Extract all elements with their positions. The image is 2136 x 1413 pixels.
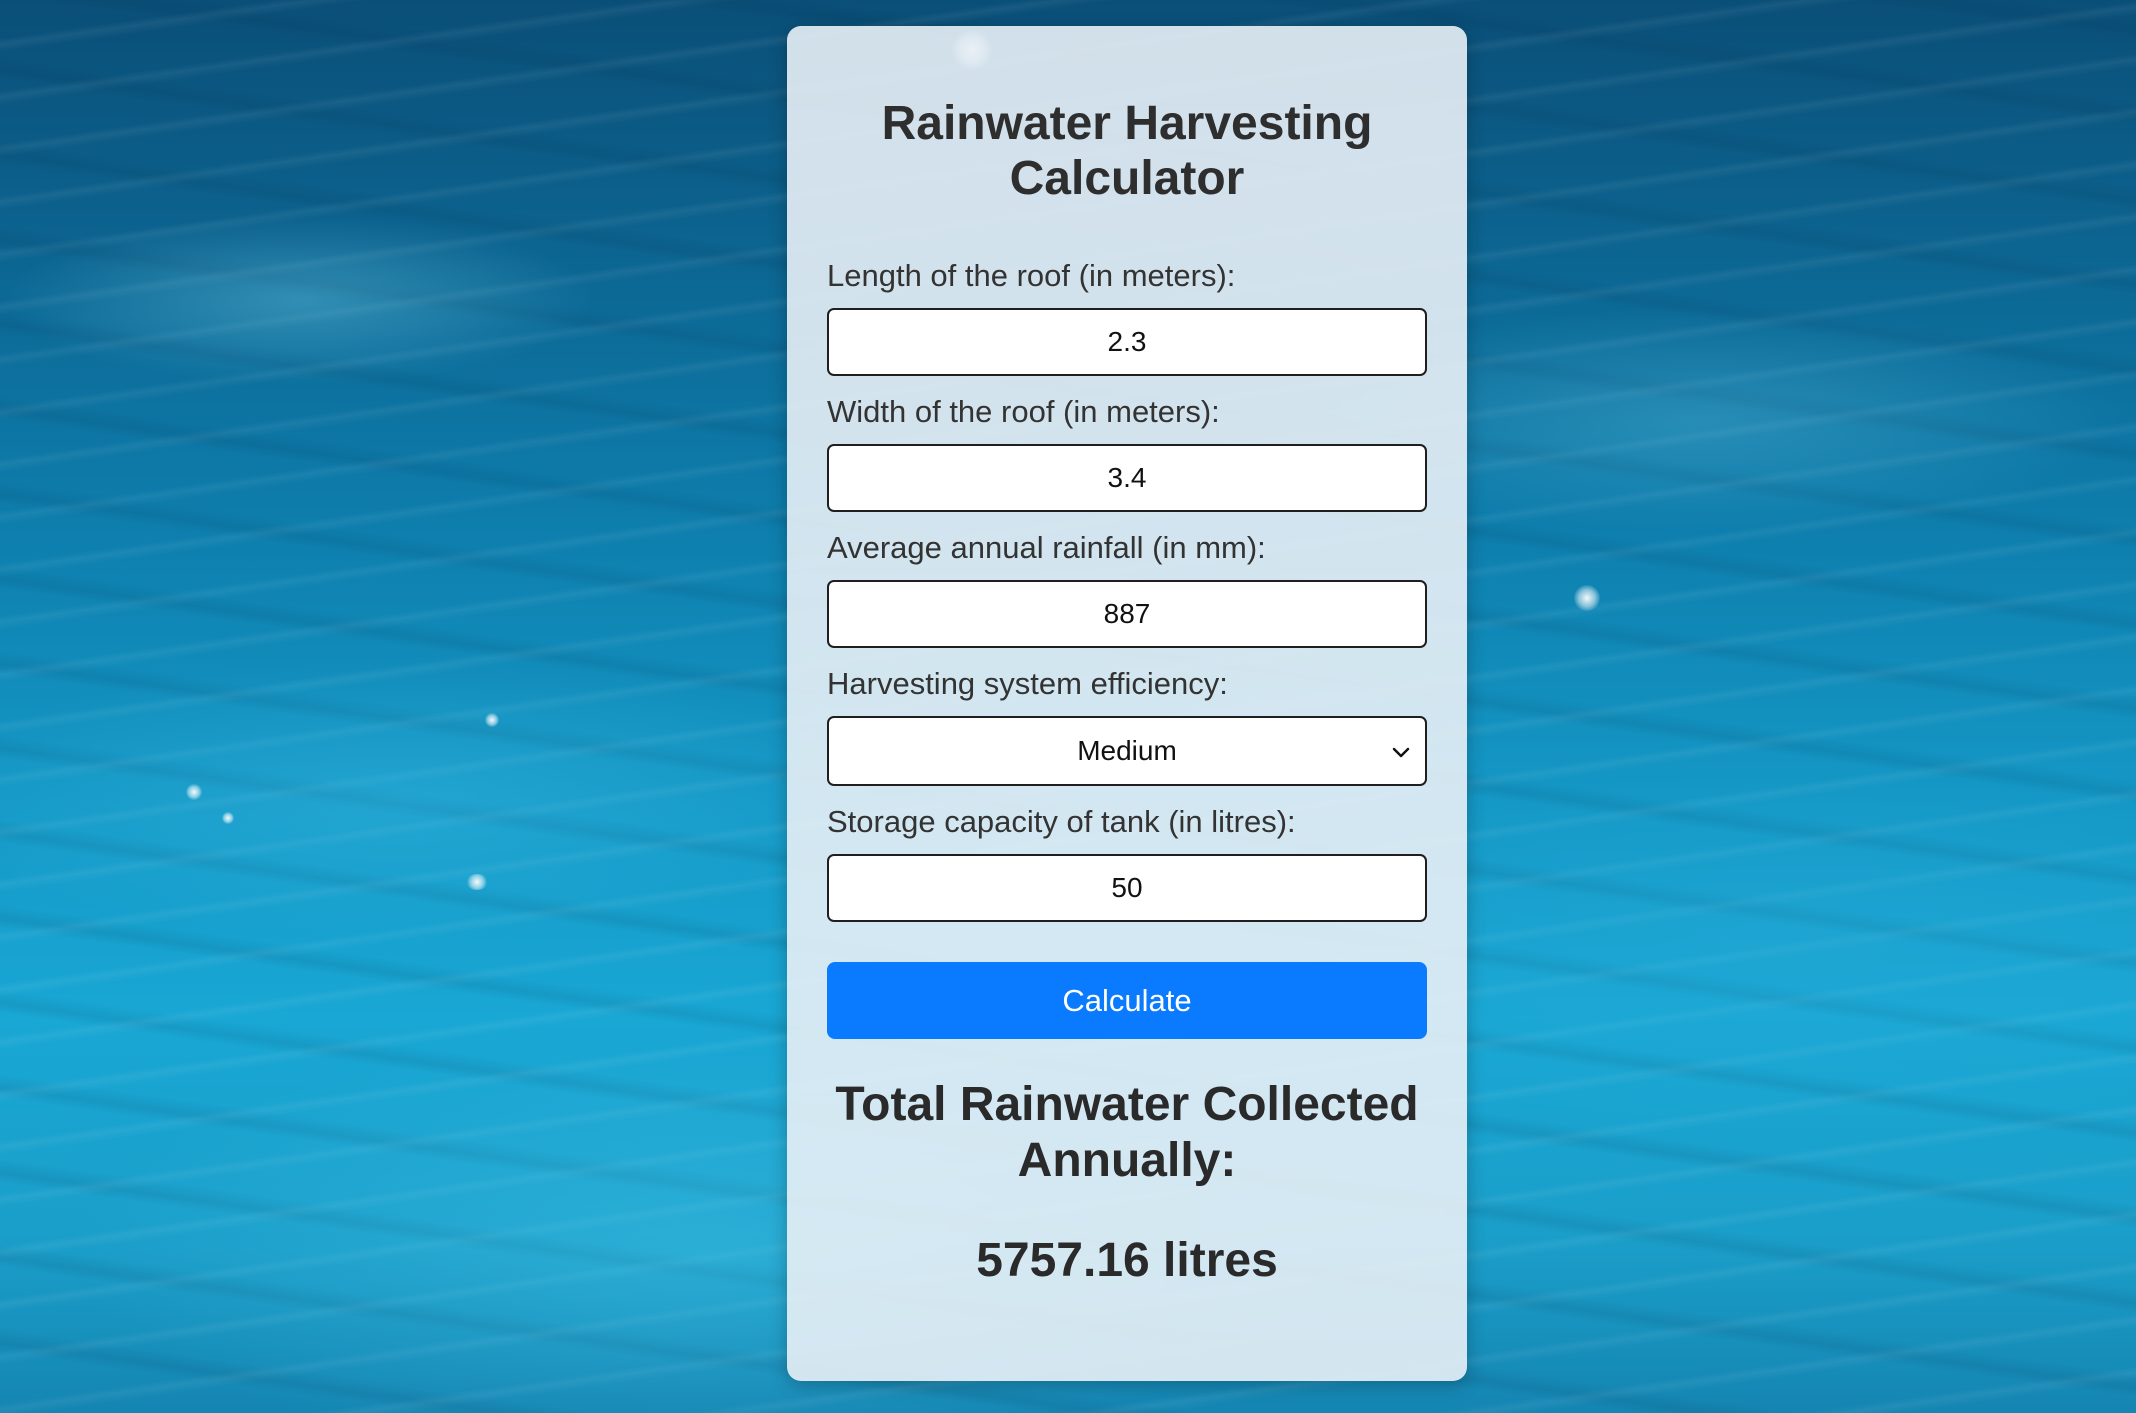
efficiency-selected-value: Medium (1077, 735, 1177, 766)
roof-length-label: Length of the roof (in meters): (827, 258, 1236, 293)
efficiency-select[interactable]: Medium (827, 716, 1427, 786)
rainfall-input[interactable]: 887 (827, 580, 1427, 648)
efficiency-label: Harvesting system efficiency: (827, 666, 1228, 701)
water-droplet (466, 874, 488, 890)
page-background: { "calculator": { "title": "Rainwater Ha… (0, 0, 2136, 1413)
roof-width-label: Width of the roof (in meters): (827, 394, 1220, 429)
tank-capacity-input[interactable]: 50 (827, 854, 1427, 922)
result-heading: Total Rainwater Collected Annually: (835, 1078, 1419, 1187)
calculate-button[interactable]: Calculate (827, 962, 1427, 1039)
result-value: 5757.16 litres (976, 1234, 1278, 1287)
calculator-card: Rainwater Harvesting Calculator Length o… (787, 26, 1467, 1381)
water-droplet (222, 812, 234, 824)
tank-capacity-label: Storage capacity of tank (in litres): (827, 804, 1296, 839)
water-droplet (485, 713, 499, 727)
page-title: Rainwater Harvesting Calculator (881, 97, 1373, 205)
roof-length-input[interactable]: 2.3 (827, 308, 1427, 376)
rainfall-label: Average annual rainfall (in mm): (827, 530, 1266, 565)
chevron-down-icon (1392, 747, 1410, 758)
roof-width-input[interactable]: 3.4 (827, 444, 1427, 512)
water-droplet (1574, 585, 1600, 611)
water-droplet (186, 784, 202, 800)
